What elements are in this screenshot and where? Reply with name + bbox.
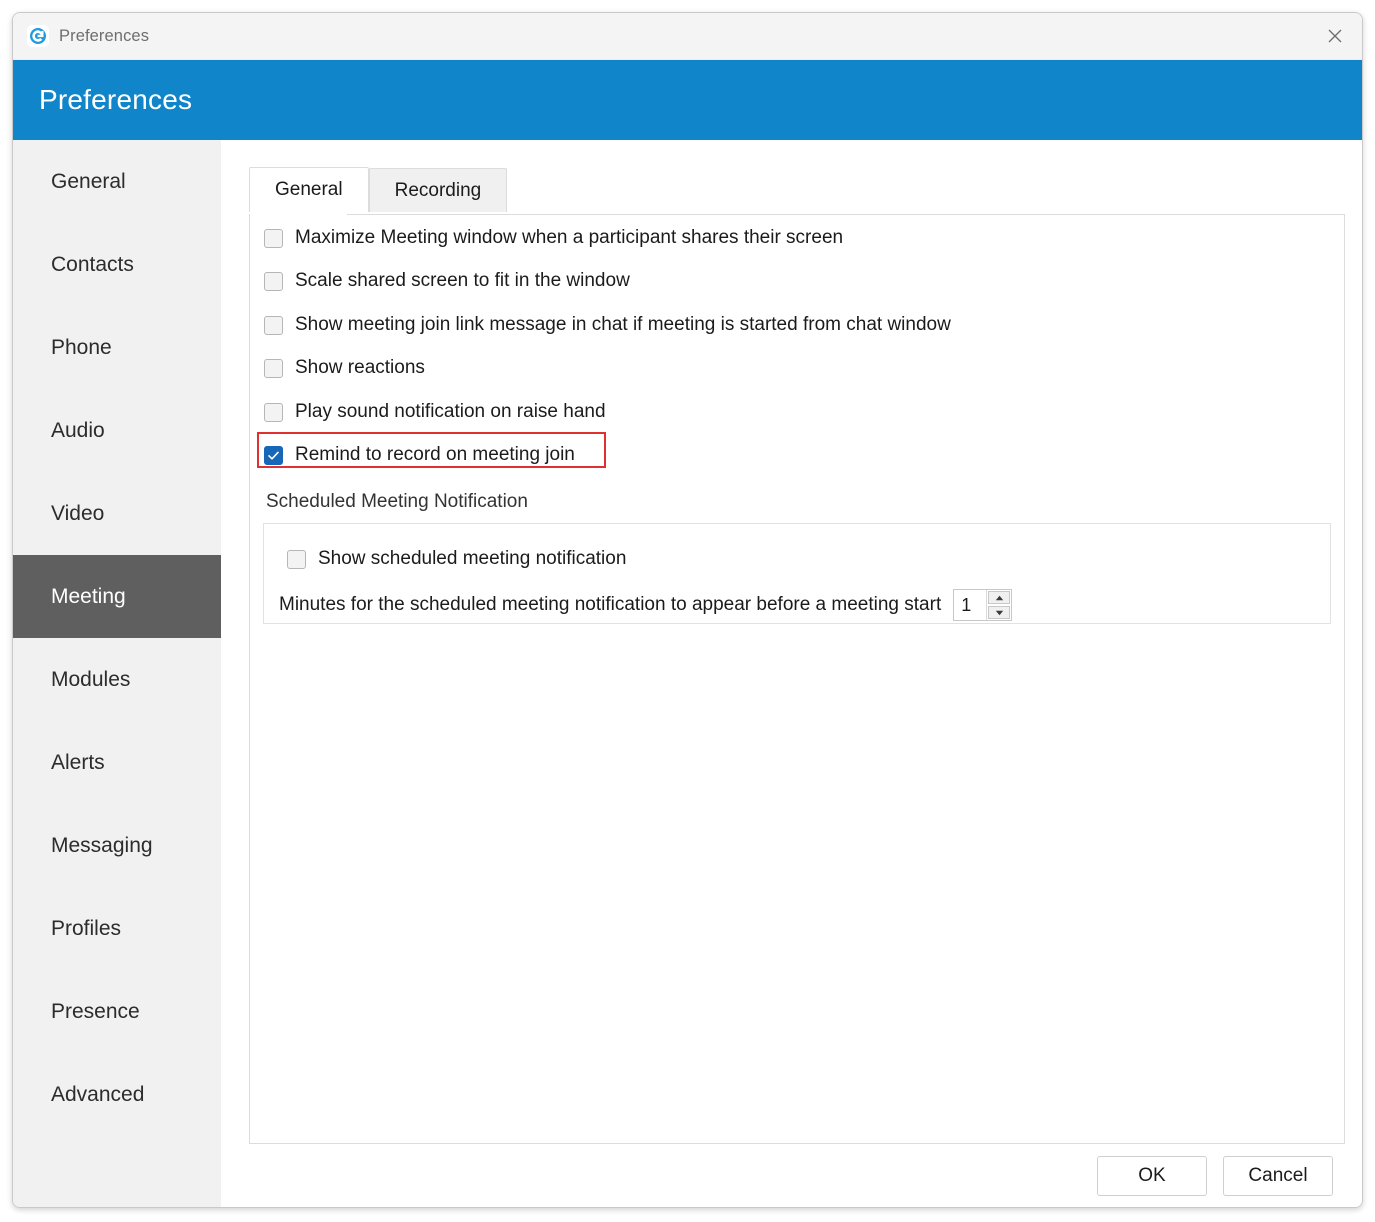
sidebar-item-label: Video [51,501,105,525]
checkbox-show-reactions[interactable]: Show reactions [264,357,425,379]
tab-panel-general: Maximize Meeting window when a participa… [249,214,1345,1144]
minutes-label: Minutes for the scheduled meeting notifi… [279,594,942,615]
checkbox-label: Show meeting join link message in chat i… [295,314,951,335]
sidebar-item-alerts[interactable]: Alerts [13,721,221,804]
sidebar-item-contacts[interactable]: Contacts [13,223,221,306]
sidebar-item-video[interactable]: Video [13,472,221,555]
caret-up-icon[interactable] [988,591,1011,604]
checkbox-box [264,315,283,335]
sidebar-item-label: Profiles [51,916,122,940]
checkbox-show-meeting-join-link[interactable]: Show meeting join link message in chat i… [264,314,951,336]
sidebar-item-label: Phone [51,335,112,359]
sidebar-item-label: Audio [51,418,105,442]
checkbox-scale-shared-screen[interactable]: Scale shared screen to fit in the window [264,270,630,292]
checkbox-label: Remind to record on meeting join [295,444,575,465]
checkbox-label: Scale shared screen to fit in the window [295,270,630,291]
checkbox-label: Maximize Meeting window when a participa… [295,227,844,248]
sidebar-item-meeting[interactable]: Meeting [13,555,221,638]
checkbox-label: Play sound notification on raise hand [295,401,606,422]
close-icon[interactable] [1308,13,1362,58]
ok-button[interactable]: OK [1097,1156,1207,1196]
checkbox-play-sound-raise-hand[interactable]: Play sound notification on raise hand [264,401,606,423]
window-body: General Contacts Phone Audio Video Meeti… [13,140,1362,1207]
cancel-button[interactable]: Cancel [1223,1156,1333,1196]
sidebar-item-label: Meeting [51,584,126,608]
caret-down-icon[interactable] [988,606,1011,619]
tab-recording[interactable]: Recording [368,168,508,212]
sidebar-item-advanced[interactable]: Advanced [13,1053,221,1136]
minutes-value[interactable]: 1 [954,590,986,620]
sidebar-item-label: Messaging [51,833,153,857]
preferences-window: Preferences Preferences General Contacts… [12,12,1363,1208]
sidebar-item-profiles[interactable]: Profiles [13,887,221,970]
window-titlebar: Preferences [13,13,1362,60]
sidebar-item-messaging[interactable]: Messaging [13,804,221,887]
minutes-setting-row: Minutes for the scheduled meeting notifi… [279,589,1314,621]
sidebar-item-phone[interactable]: Phone [13,306,221,389]
minutes-stepper[interactable]: 1 [953,589,1013,621]
checkbox-box [264,271,283,291]
stepper-buttons [986,590,1011,620]
sidebar-item-label: Presence [51,999,140,1023]
tab-panel-seam [250,213,347,215]
checkbox-maximize-meeting-window[interactable]: Maximize Meeting window when a participa… [264,227,843,249]
section-heading: Scheduled Meeting Notification [266,491,528,512]
sidebar-item-label: Alerts [51,750,105,774]
tab-strip: General Recording [249,167,508,212]
sidebar-item-presence[interactable]: Presence [13,970,221,1053]
checkbox-box [287,549,306,569]
sidebar-item-modules[interactable]: Modules [13,638,221,721]
checkbox-remind-to-record[interactable]: Remind to record on meeting join [264,444,575,466]
page-title: Preferences [39,84,193,115]
sidebar-item-label: Advanced [51,1082,145,1106]
sidebar-item-general[interactable]: General [13,140,221,223]
scheduled-meeting-notification-group: Show scheduled meeting notification Minu… [263,523,1331,624]
window-title: Preferences [59,26,150,45]
sidebar-item-label: General [51,169,126,193]
checkbox-label: Show scheduled meeting notification [318,548,627,569]
dialog-footer: OK Cancel [429,1144,1362,1207]
checkbox-box [264,358,283,378]
checkbox-label: Show reactions [295,357,425,378]
tab-general[interactable]: General [249,167,369,212]
goto-logo-icon [27,25,49,47]
checkbox-box [264,228,283,248]
checkbox-box [264,445,283,465]
checkbox-show-scheduled-notification[interactable]: Show scheduled meeting notification [287,548,626,570]
sidebar-item-label: Contacts [51,252,134,276]
settings-sidebar: General Contacts Phone Audio Video Meeti… [13,140,221,1207]
sidebar-item-audio[interactable]: Audio [13,389,221,472]
checkbox-box [264,402,283,422]
page-header-banner: Preferences [13,60,1362,140]
settings-content: General Recording Maximize Meeting windo… [221,140,1362,1207]
sidebar-item-label: Modules [51,667,131,691]
